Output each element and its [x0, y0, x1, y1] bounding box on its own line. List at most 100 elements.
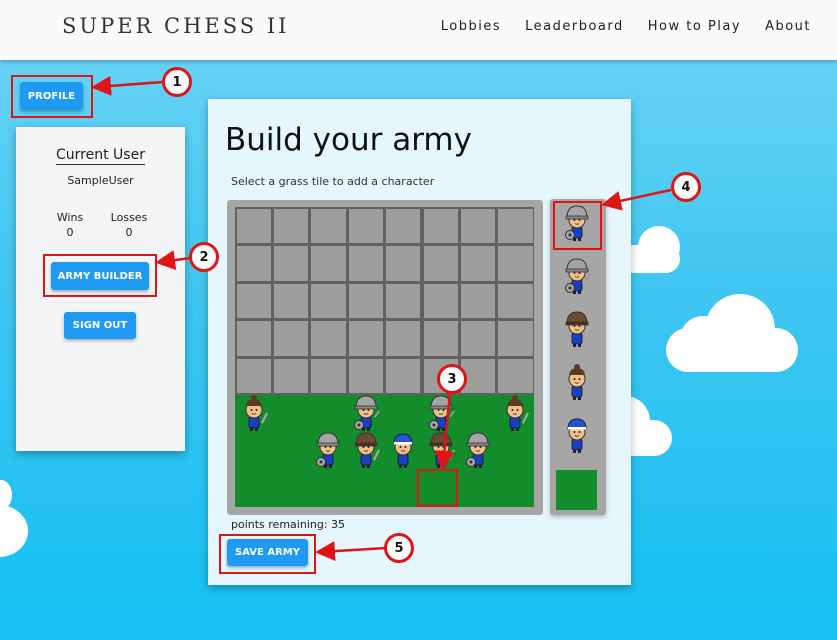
- placed-character-leather-helmet-sword[interactable]: [351, 430, 381, 470]
- placed-character-leather-helmet-sword[interactable]: [426, 430, 456, 470]
- stone-tile: [498, 358, 533, 393]
- stone-tile: [460, 321, 496, 356]
- grass-tile[interactable]: [459, 395, 496, 433]
- placed-character-helmet-shield[interactable]: [313, 430, 343, 470]
- current-user-heading: Current User: [56, 147, 145, 165]
- stone-tile: [498, 283, 533, 318]
- grass-tile[interactable]: [497, 470, 534, 508]
- stone-tile: [423, 283, 458, 318]
- stone-tile: [423, 246, 458, 281]
- page-title: Build your army: [225, 122, 472, 158]
- placed-character-topknot-swordsman[interactable]: [239, 393, 269, 433]
- stone-tile: [348, 283, 384, 318]
- stone-tile: [348, 358, 384, 393]
- army-builder-panel: Build your army Select a grass tile to a…: [208, 99, 631, 585]
- army-board: [227, 200, 543, 515]
- brand-logo[interactable]: SUPER CHESS II: [62, 14, 289, 38]
- stone-tile: [386, 358, 421, 393]
- highlight-box-palette-first: [553, 201, 602, 250]
- grass-tile[interactable]: [272, 395, 309, 433]
- placed-character-blue-cap[interactable]: [388, 430, 418, 470]
- placed-character-helmet-shield[interactable]: [463, 430, 493, 470]
- points-remaining: points remaining: 35: [231, 518, 346, 531]
- wins-value: 0: [66, 226, 74, 239]
- grass-tile[interactable]: [235, 432, 272, 470]
- grass-tile[interactable]: [272, 470, 309, 508]
- stone-tile: [498, 321, 533, 356]
- callout-3: 3: [437, 364, 467, 394]
- nav-link-about[interactable]: About: [765, 19, 811, 34]
- nav-link-how-to-play[interactable]: How to Play: [648, 19, 741, 34]
- placed-character-helmet-shield-heavy[interactable]: [426, 393, 456, 433]
- stone-tile: [460, 246, 496, 281]
- stone-tile: [236, 208, 271, 243]
- stone-tile: [386, 283, 421, 318]
- nav-links: Lobbies Leaderboard How to Play About: [441, 19, 811, 34]
- callout-2: 2: [189, 242, 219, 272]
- highlight-box-save-army: [219, 534, 316, 574]
- stone-tile: [348, 321, 384, 356]
- grass-tile[interactable]: [385, 395, 422, 433]
- callout-5: 5: [384, 533, 414, 563]
- stone-tile: [273, 321, 309, 356]
- palette-empty-grass-tile[interactable]: [556, 470, 597, 510]
- stone-tile: [386, 246, 421, 281]
- board-grid: [235, 207, 534, 507]
- instructions-text: Select a grass tile to add a character: [231, 175, 435, 188]
- grass-tile[interactable]: [347, 470, 384, 508]
- stone-tile: [386, 321, 421, 356]
- grass-tile[interactable]: [459, 470, 496, 508]
- stone-tile: [311, 321, 346, 356]
- palette-character-topknot-swordsman[interactable]: [562, 362, 592, 402]
- cloud-decoration: [0, 505, 28, 557]
- stone-tile: [273, 246, 309, 281]
- callout-1: 1: [162, 67, 192, 97]
- arrow-1: [91, 75, 164, 96]
- stone-tile: [311, 358, 346, 393]
- grass-tile[interactable]: [235, 470, 272, 508]
- callout-4: 4: [671, 172, 701, 202]
- sign-out-button[interactable]: SIGN OUT: [64, 312, 136, 339]
- losses-value: 0: [125, 226, 133, 239]
- stone-tile: [311, 208, 346, 243]
- cloud-decoration: [0, 480, 12, 510]
- palette-character-blue-cap[interactable]: [562, 415, 592, 455]
- cloud-decoration: [680, 316, 726, 362]
- wins-stat: Wins 0: [40, 210, 100, 240]
- nav-link-leaderboard[interactable]: Leaderboard: [525, 19, 624, 34]
- stone-tile: [236, 321, 271, 356]
- grass-tile[interactable]: [310, 395, 347, 433]
- highlight-box-selected-tile: [417, 469, 458, 507]
- palette-character-leather-helmet-sword[interactable]: [562, 309, 592, 349]
- stone-tile: [423, 208, 458, 243]
- placed-character-topknot-swordsman[interactable]: [500, 393, 530, 433]
- cloud-decoration: [638, 226, 680, 268]
- stone-tile: [498, 208, 533, 243]
- stone-tile: [460, 283, 496, 318]
- stone-tile: [386, 208, 421, 243]
- grass-tile[interactable]: [497, 432, 534, 470]
- highlight-box-profile: [11, 75, 93, 118]
- stone-tile: [311, 246, 346, 281]
- placed-character-helmet-shield-heavy[interactable]: [351, 393, 381, 433]
- stone-tile: [311, 283, 346, 318]
- stone-tile: [236, 246, 271, 281]
- stone-tile: [498, 246, 533, 281]
- losses-label: Losses: [110, 211, 148, 224]
- stone-tile: [273, 358, 309, 393]
- username: SampleUser: [67, 174, 134, 187]
- palette-character-helmet-shield-heavy[interactable]: [562, 256, 592, 296]
- stone-tile: [460, 208, 496, 243]
- stone-tile: [423, 321, 458, 356]
- stone-tile: [236, 358, 271, 393]
- wins-label: Wins: [56, 211, 84, 224]
- grass-tile[interactable]: [310, 470, 347, 508]
- losses-stat: Losses 0: [99, 210, 159, 240]
- top-navbar: SUPER CHESS II Lobbies Leaderboard How t…: [0, 0, 837, 60]
- nav-link-lobbies[interactable]: Lobbies: [441, 19, 501, 34]
- stone-tile: [348, 246, 384, 281]
- stone-tile: [273, 208, 309, 243]
- grass-tile[interactable]: [272, 432, 309, 470]
- stone-tile: [348, 208, 384, 243]
- stone-tile: [236, 283, 271, 318]
